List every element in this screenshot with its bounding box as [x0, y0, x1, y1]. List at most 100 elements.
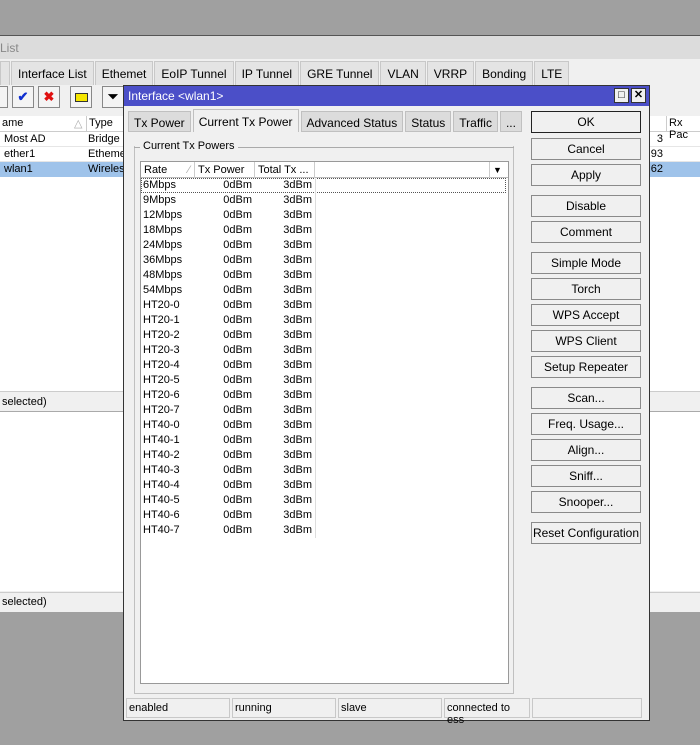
- total-tx-power: 3dBm: [283, 224, 312, 236]
- tx-power: 0dBm: [223, 494, 252, 506]
- table-row[interactable]: HT40-7 0dBm 3dBm: [141, 523, 508, 538]
- tab-vrrp[interactable]: VRRP: [426, 61, 475, 85]
- simple-mode-button[interactable]: Simple Mode: [531, 252, 641, 274]
- x-icon: ✖: [43, 89, 55, 104]
- table-row[interactable]: 12Mbps 0dBm 3dBm: [141, 208, 508, 223]
- close-button[interactable]: ✕: [631, 88, 646, 103]
- column-rate[interactable]: Rate ⁄: [141, 162, 195, 178]
- status-cell-slave: slave: [338, 698, 442, 718]
- table-row[interactable]: HT40-5 0dBm 3dBm: [141, 493, 508, 508]
- table-row[interactable]: HT20-3 0dBm 3dBm: [141, 343, 508, 358]
- rate: HT20-6: [143, 389, 180, 401]
- setup-repeater-button[interactable]: Setup Repeater: [531, 356, 641, 378]
- tab-vlan[interactable]: VLAN: [380, 61, 426, 85]
- table-row[interactable]: 24Mbps 0dBm 3dBm: [141, 238, 508, 253]
- reset-configuration-button[interactable]: Reset Configuration: [531, 522, 641, 544]
- tab-interface-list[interactable]: Interface List: [11, 61, 94, 85]
- status-bar: enabled running slave connected to ess: [126, 698, 648, 726]
- table-row[interactable]: HT40-4 0dBm 3dBm: [141, 478, 508, 493]
- table-header: Rate ⁄ Tx Power Total Tx ... ▼: [141, 162, 508, 178]
- disable-button[interactable]: Disable: [531, 195, 641, 217]
- table-row[interactable]: HT20-0 0dBm 3dBm: [141, 298, 508, 313]
- table-row[interactable]: HT20-4 0dBm 3dBm: [141, 358, 508, 373]
- comment-button[interactable]: Comment: [531, 221, 641, 243]
- table-row[interactable]: 48Mbps 0dBm 3dBm: [141, 268, 508, 283]
- total-tx-power: 3dBm: [283, 404, 312, 416]
- group-label: Current Tx Powers: [140, 140, 238, 152]
- disable-button[interactable]: ✖: [38, 86, 60, 108]
- dialog-title-bar[interactable]: Interface <wlan1> □ ✕: [124, 86, 649, 106]
- table-row[interactable]: 54Mbps 0dBm 3dBm: [141, 283, 508, 298]
- enable-button[interactable]: ✔: [12, 86, 34, 108]
- tx-power: 0dBm: [223, 374, 252, 386]
- rate: 18Mbps: [143, 224, 183, 236]
- table-row[interactable]: HT20-5 0dBm 3dBm: [141, 373, 508, 388]
- column-tx-power[interactable]: Tx Power: [195, 162, 255, 178]
- table-row[interactable]: HT20-6 0dBm 3dBm: [141, 388, 508, 403]
- tx-power: 0dBm: [223, 224, 252, 236]
- table-row[interactable]: HT40-3 0dBm 3dBm: [141, 463, 508, 478]
- tx-power: 0dBm: [223, 404, 252, 416]
- table-row[interactable]: 9Mbps 0dBm 3dBm: [141, 193, 508, 208]
- tx-power-table: Rate ⁄ Tx Power Total Tx ... ▼ 6Mbps 0dBm 3…: [140, 161, 509, 684]
- tab-lte[interactable]: LTE: [534, 61, 570, 85]
- column-type[interactable]: Type: [86, 116, 113, 131]
- ok-button[interactable]: OK: [531, 111, 641, 133]
- tx-power: 0dBm: [223, 329, 252, 341]
- table-row[interactable]: HT40-6 0dBm 3dBm: [141, 508, 508, 523]
- table-row[interactable]: 36Mbps 0dBm 3dBm: [141, 253, 508, 268]
- tab-current-tx-power[interactable]: Current Tx Power: [192, 109, 299, 132]
- tab-eoip-tunnel[interactable]: EoIP Tunnel: [154, 61, 234, 85]
- wps-accept-button[interactable]: WPS Accept: [531, 304, 641, 326]
- table-row[interactable]: HT20-2 0dBm 3dBm: [141, 328, 508, 343]
- table-row[interactable]: HT20-7 0dBm 3dBm: [141, 403, 508, 418]
- table-row[interactable]: HT20-1 0dBm 3dBm: [141, 313, 508, 328]
- torch-button[interactable]: Torch: [531, 278, 641, 300]
- tx-power: 0dBm: [223, 344, 252, 356]
- sniff-button[interactable]: Sniff...: [531, 465, 641, 487]
- total-tx-power: 3dBm: [283, 194, 312, 206]
- tx-power: 0dBm: [223, 509, 252, 521]
- tx-power: 0dBm: [223, 524, 252, 536]
- tab-tx-power[interactable]: Tx Power: [128, 111, 191, 132]
- freq-usage-button[interactable]: Freq. Usage...: [531, 413, 641, 435]
- maximize-button[interactable]: □: [614, 88, 629, 103]
- column-rx-packets[interactable]: Rx Pac: [666, 116, 700, 141]
- table-row[interactable]: HT40-2 0dBm 3dBm: [141, 448, 508, 463]
- column-name[interactable]: ame: [2, 117, 23, 129]
- tab-more[interactable]: ...: [499, 111, 522, 132]
- snooper-button[interactable]: Snooper...: [531, 491, 641, 513]
- column-menu-button[interactable]: ▼: [489, 162, 508, 178]
- tab-bonding[interactable]: Bonding: [475, 61, 534, 85]
- tx-power: 0dBm: [223, 434, 252, 446]
- table-row[interactable]: 6Mbps 0dBm 3dBm: [141, 178, 506, 193]
- rate: HT40-2: [143, 449, 180, 461]
- tab-gre-tunnel[interactable]: GRE Tunnel: [300, 61, 380, 85]
- table-row[interactable]: HT40-1 0dBm 3dBm: [141, 433, 508, 448]
- tab-traffic[interactable]: Traffic: [453, 111, 498, 132]
- scan-button[interactable]: Scan...: [531, 387, 641, 409]
- table-row[interactable]: HT40-0 0dBm 3dBm: [141, 418, 508, 433]
- apply-button[interactable]: Apply: [531, 164, 641, 186]
- toolbar: ✔ ✖ ⏷: [0, 86, 124, 112]
- filter-button[interactable]: ⏷: [102, 86, 124, 108]
- wps-client-button[interactable]: WPS Client: [531, 330, 641, 352]
- rate: HT40-4: [143, 479, 180, 491]
- table-row[interactable]: 18Mbps 0dBm 3dBm: [141, 223, 508, 238]
- column-total-tx-power[interactable]: Total Tx ...: [255, 162, 315, 178]
- window-title: List: [0, 36, 700, 59]
- total-tx-power: 3dBm: [283, 239, 312, 251]
- align-button[interactable]: Align...: [531, 439, 641, 461]
- add-button[interactable]: [0, 86, 8, 108]
- cancel-button[interactable]: Cancel: [531, 138, 641, 160]
- total-tx-power: 3dBm: [283, 359, 312, 371]
- tab-advanced-status[interactable]: Advanced Status: [300, 111, 404, 132]
- tab-ip-tunnel[interactable]: IP Tunnel: [234, 61, 300, 85]
- tab-ethemet[interactable]: Ethemet: [94, 61, 154, 85]
- total-tx-power: 3dBm: [283, 494, 312, 506]
- tab-status[interactable]: Status: [405, 111, 452, 132]
- rate: 6Mbps: [143, 179, 177, 191]
- comment-button[interactable]: [70, 86, 92, 108]
- rate: 36Mbps: [143, 254, 183, 266]
- tab-prev[interactable]: [0, 61, 10, 85]
